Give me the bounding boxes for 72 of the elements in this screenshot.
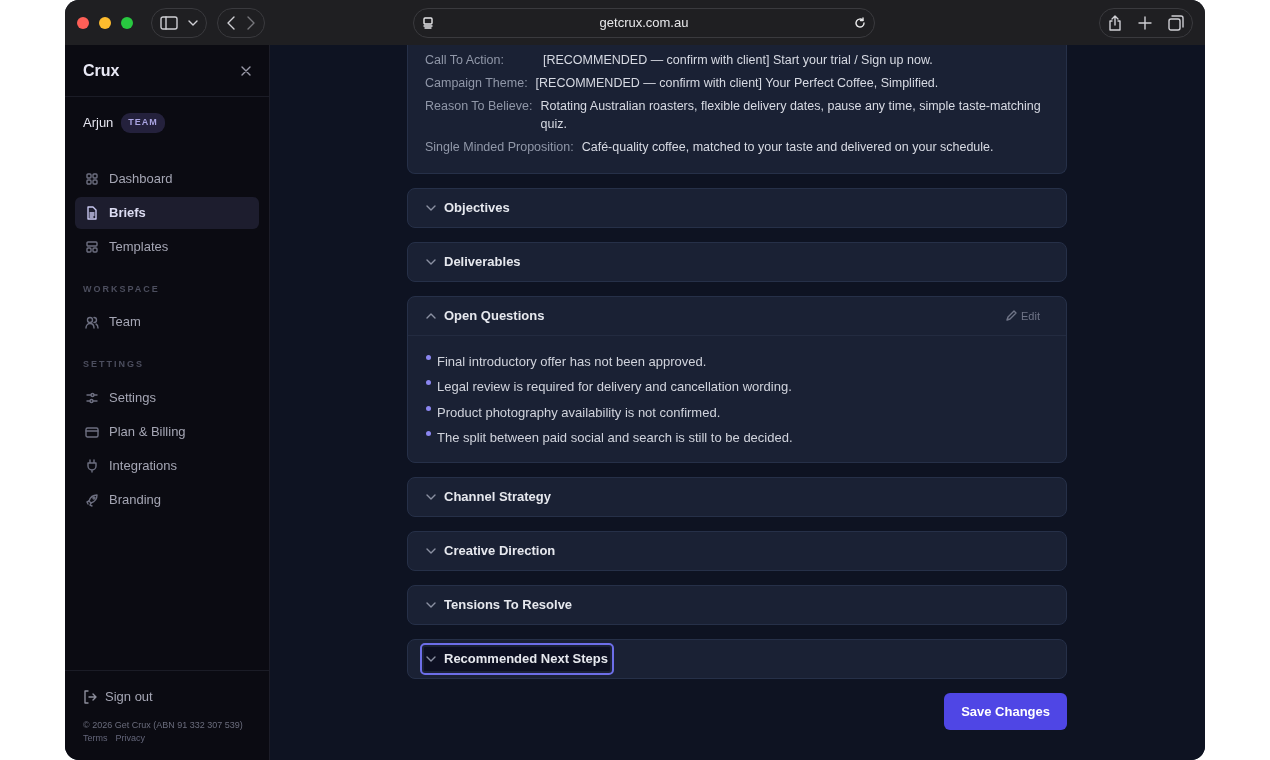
field-label: Single Minded Proposition: (425, 139, 574, 156)
user-name: Arjun (83, 114, 114, 132)
footer-link[interactable]: Terms (83, 732, 108, 746)
plus-icon[interactable] (1138, 15, 1152, 30)
chevron-down-icon (426, 258, 436, 265)
section-heading: SETTINGS (82, 358, 145, 371)
question-text: Product photography availability is not confirmed. (437, 403, 721, 422)
page-menu-icon (422, 16, 434, 29)
document-icon (85, 205, 99, 220)
chevron-down-icon (426, 547, 436, 554)
section-toggle[interactable]: Objectives (424, 196, 512, 220)
reload-icon (854, 16, 866, 29)
footer-link[interactable]: Privacy (115, 732, 145, 746)
forward-icon[interactable] (246, 15, 256, 30)
sidebar-item[interactable]: Templates (75, 230, 259, 263)
bullet-icon (426, 431, 431, 437)
layout-icon (85, 239, 99, 254)
back-icon[interactable] (226, 15, 236, 30)
field-label: Call To Action: (425, 52, 505, 69)
edit-button[interactable]: Edit (1005, 307, 1040, 324)
sidebar-item[interactable]: Dashboard (75, 162, 259, 195)
sidebar-item[interactable]: Briefs (75, 196, 259, 229)
sidebar-item[interactable]: Plan & Billing (75, 415, 259, 448)
section-toggle[interactable]: Tensions To Resolve (424, 593, 575, 617)
share-icon[interactable] (1108, 14, 1122, 31)
save-changes-button[interactable]: Save Changes (944, 692, 1067, 731)
question-text: Final introductory offer has not been approved. (437, 352, 707, 371)
brand-logo: Crux (83, 60, 120, 81)
sidebar-item[interactable]: Settings (75, 381, 259, 414)
sliders-icon (85, 390, 99, 405)
plug-icon (85, 458, 99, 473)
section-toggle[interactable]: Creative Direction (424, 539, 558, 563)
grid-icon (85, 171, 99, 186)
section-toggle[interactable]: Open Questions (424, 304, 547, 328)
sidebar-item[interactable]: Team (75, 306, 259, 338)
field-value: [RECOMMENDED — confirm with client] Your Perfect Coffee, Simplified. (535, 74, 939, 92)
section-heading: WORKSPACE (82, 282, 161, 296)
chevron-down-icon (426, 204, 436, 211)
section-toggle[interactable]: Deliverables (424, 250, 523, 274)
question-text: Legal review is required for delivery and cancellation wording. (437, 378, 792, 397)
close-icon[interactable] (241, 65, 251, 76)
zoom-button[interactable] (121, 16, 133, 29)
minimize-button[interactable] (99, 16, 111, 29)
url-text: getcrux.com.au (599, 13, 689, 32)
rocket-icon (85, 492, 99, 507)
field-value: Rotating Australian roasters, flexible delivery dates, pause any time, simple taste-matching quiz. (540, 97, 1042, 134)
question-text: The split between paid social and search is still to be decided. (437, 429, 793, 448)
sign-out-icon (83, 689, 97, 704)
bullet-icon (426, 380, 431, 386)
chevron-down-icon (426, 601, 436, 608)
close-button[interactable] (77, 16, 89, 29)
users-icon (85, 315, 99, 329)
copyright-text: © 2026 Get Crux (ABN 91 332 307 539) (83, 718, 244, 732)
bullet-icon (426, 405, 431, 411)
chevron-up-icon (426, 312, 436, 319)
chevron-down-icon (426, 493, 436, 500)
field-label: Campaign Theme: (425, 74, 528, 92)
section-toggle[interactable]: Channel Strategy (424, 485, 553, 509)
chevron-down-icon (188, 19, 198, 26)
sign-out-link[interactable]: Sign out (83, 687, 251, 707)
field-label: Reason To Believe: (425, 97, 533, 115)
field-value: [RECOMMENDED — confirm with client] Start your trial / Sign up now. (543, 52, 933, 69)
sidebar-icon (160, 15, 178, 30)
field-value: Café-quality coffee, matched to your taste and delivered on your schedule. (581, 139, 994, 156)
sidebar-item[interactable]: Branding (75, 483, 259, 516)
tabs-icon[interactable] (1168, 14, 1184, 31)
chevron-down-icon (426, 655, 436, 662)
sidebar-item[interactable]: Integrations (75, 449, 259, 482)
bullet-icon (426, 354, 431, 360)
role-tag: TEAM (121, 113, 165, 133)
pencil-icon (1005, 309, 1018, 322)
card-icon (85, 424, 99, 439)
